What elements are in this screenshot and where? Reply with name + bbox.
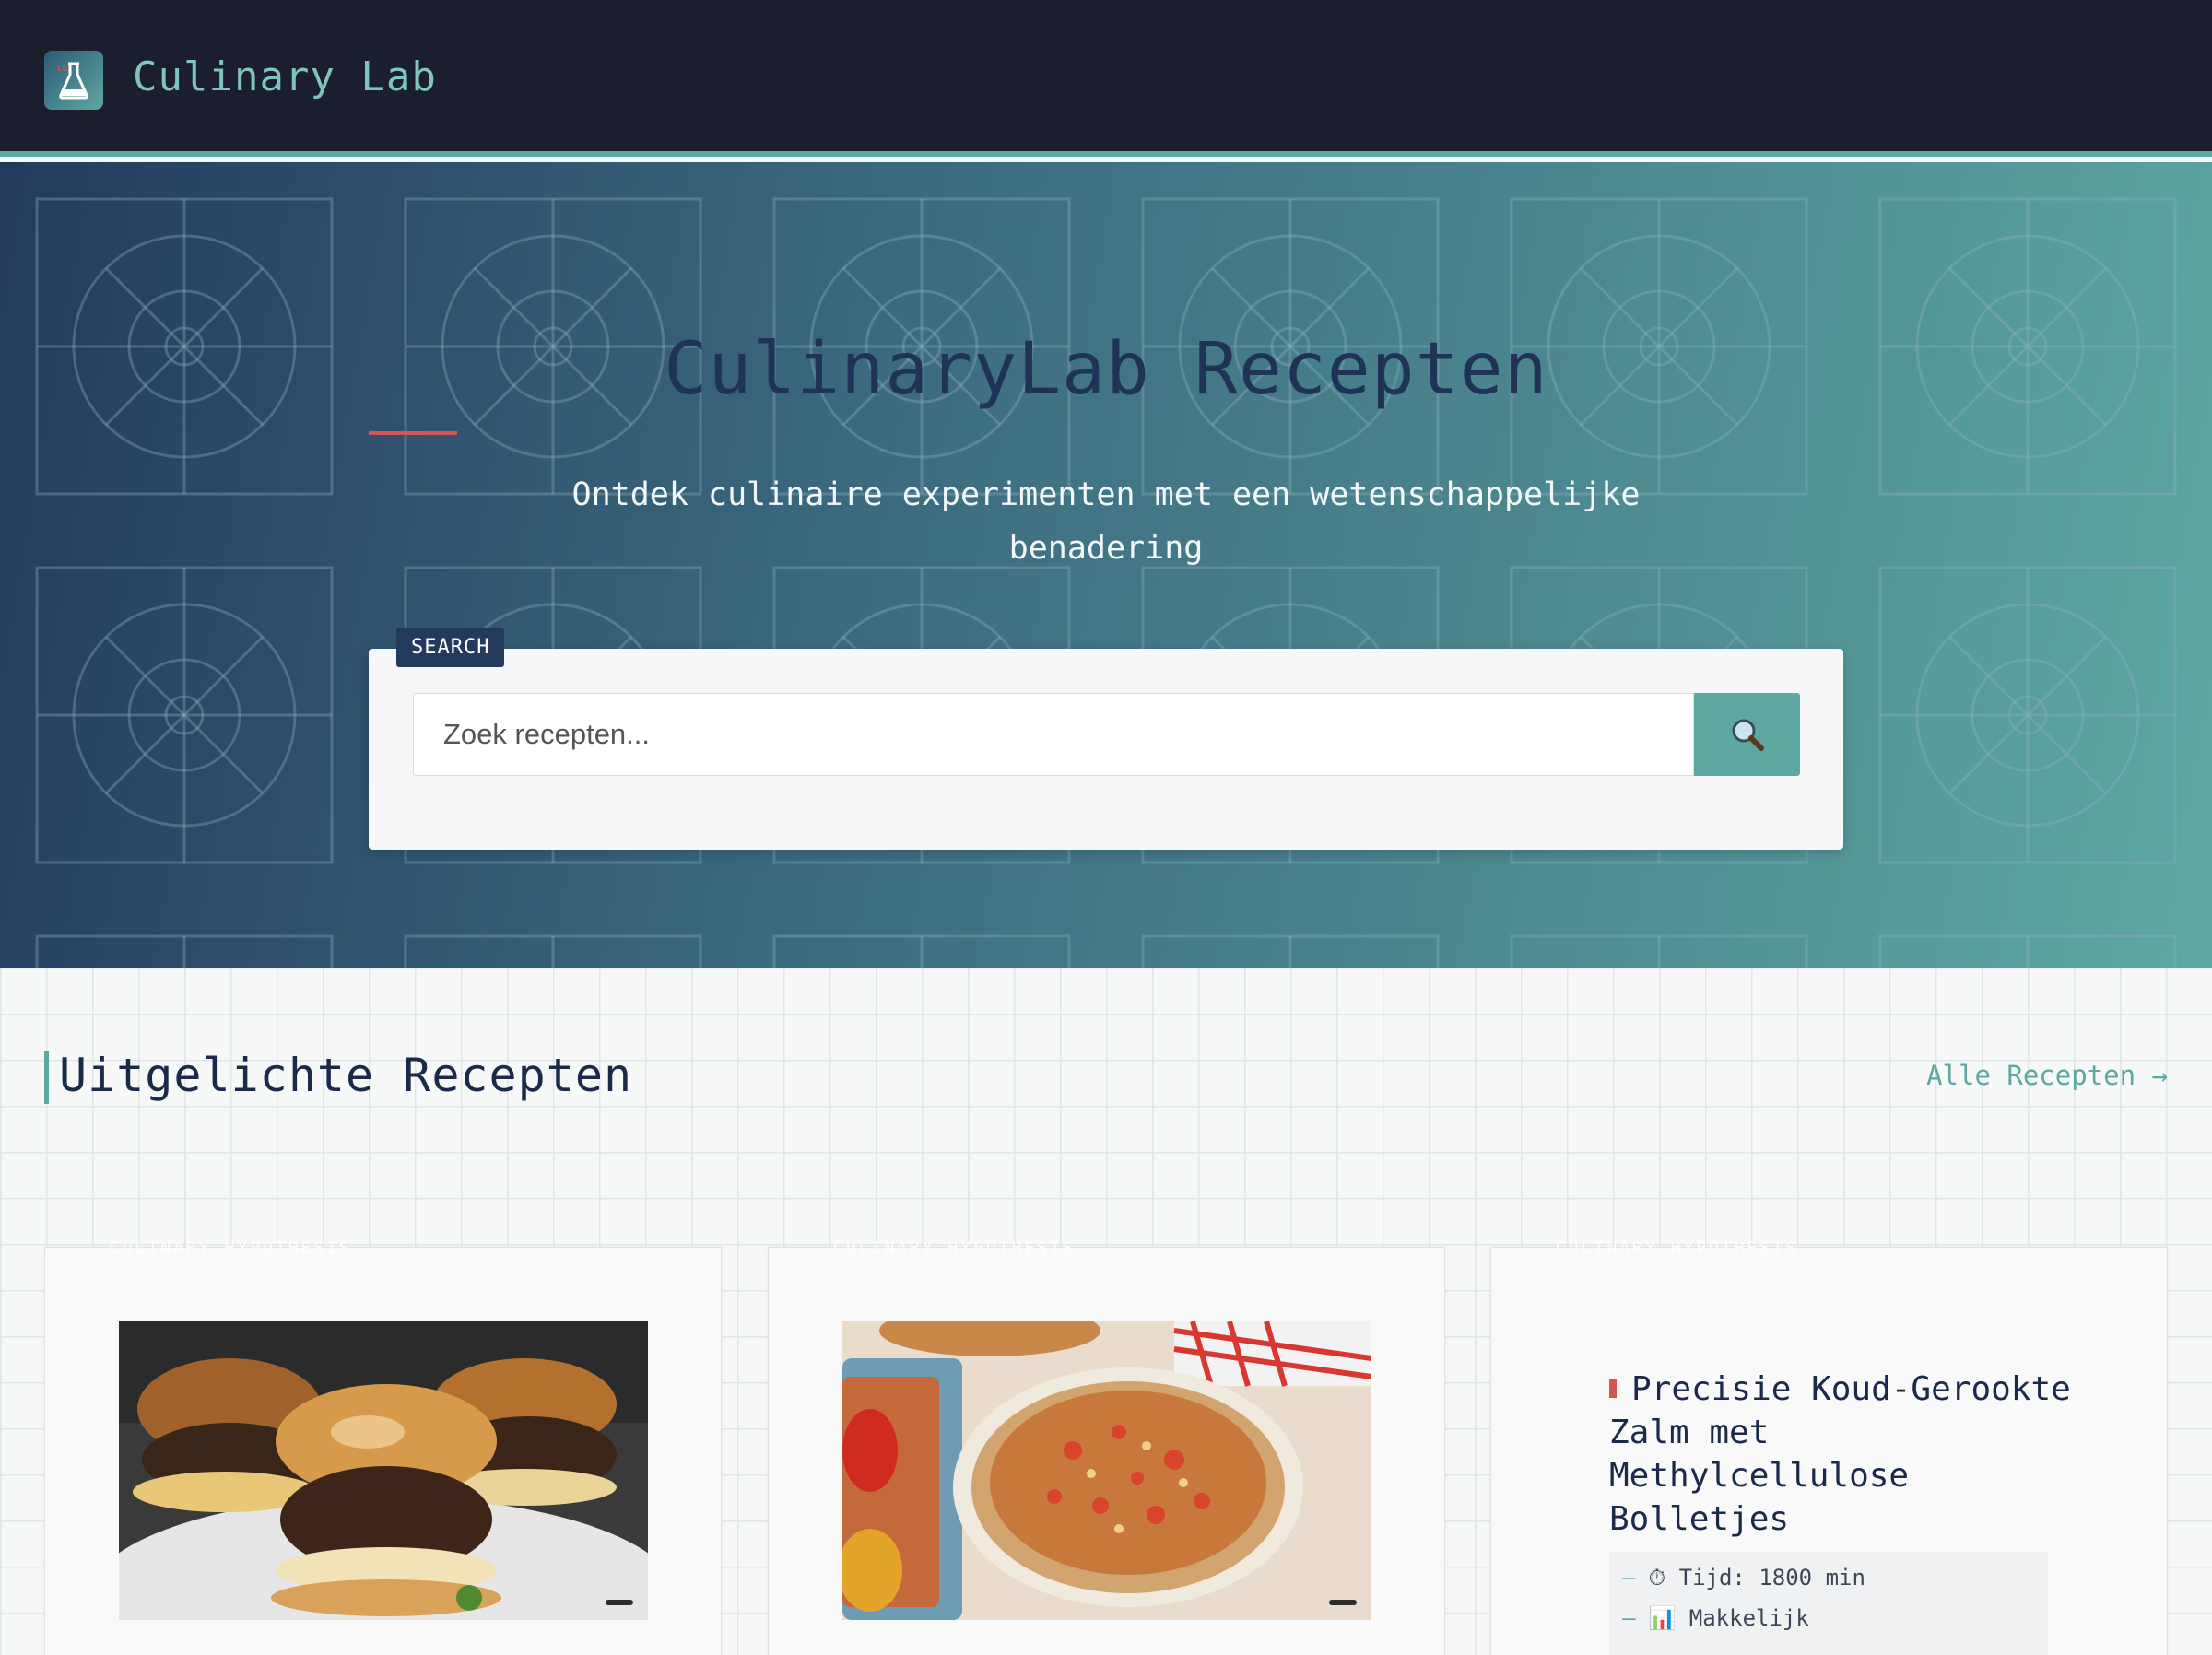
section-title-bar xyxy=(44,1051,49,1104)
recipe-time: – ⏱ Tijd: 1800 min xyxy=(1622,1565,1865,1590)
brand-name[interactable]: Culinary Lab xyxy=(133,53,437,100)
search-button[interactable] xyxy=(1694,693,1800,776)
recipe-difficulty: – 📊 Makkelijk xyxy=(1622,1605,1809,1631)
search-tag: SEARCH xyxy=(396,628,505,667)
magnifier-icon xyxy=(1732,719,1764,751)
flask-icon[interactable]: LC xyxy=(44,51,103,110)
image-indicator xyxy=(1329,1600,1357,1605)
page-title: CulinaryLab Recepten xyxy=(664,328,1548,411)
search-input[interactable] xyxy=(413,693,1694,776)
recipe-image[interactable] xyxy=(119,1321,648,1620)
image-indicator xyxy=(606,1600,633,1605)
page-subtitle: Ontdek culinaire experimenten met een we… xyxy=(571,476,1641,567)
recipe-card[interactable]: CULINARY HYPOTHESIS xyxy=(44,1238,722,1655)
svg-text:LC: LC xyxy=(57,64,69,74)
recipe-meta: – ⏱ Tijd: 1800 min – 📊 Makkelijk xyxy=(1609,1552,2048,1655)
card-tag: CULINARY HYPOTHESIS xyxy=(833,1238,1076,1258)
title-marker xyxy=(1609,1379,1617,1398)
hero-section: CulinaryLab Recepten Ontdek culinaire ex… xyxy=(0,162,2212,968)
title-accent-line xyxy=(369,431,457,435)
all-recipes-link[interactable]: Alle Recepten → xyxy=(1926,1060,2168,1091)
recipe-title[interactable]: Precisie Koud-Gerookte Zalm met Methylce… xyxy=(1609,1367,2088,1541)
card-tag: CULINARY HYPOTHESIS xyxy=(110,1238,352,1258)
search-panel: SEARCH xyxy=(369,628,1843,850)
recipe-card[interactable]: CULINARY HYPOTHESIS Precisie Koud-Gerook… xyxy=(1490,1238,2168,1655)
top-navbar: LC Culinary Lab xyxy=(0,0,2212,157)
recipe-image[interactable] xyxy=(842,1321,1371,1620)
card-tag: CULINARY HYPOTHESIS xyxy=(1556,1238,1798,1258)
section-title: Uitgelichte Recepten xyxy=(59,1049,633,1102)
recipe-title-text: Precisie Koud-Gerookte Zalm met Methylce… xyxy=(1609,1370,2071,1538)
recipe-card[interactable]: CULINARY HYPOTHESIS xyxy=(768,1238,1445,1655)
